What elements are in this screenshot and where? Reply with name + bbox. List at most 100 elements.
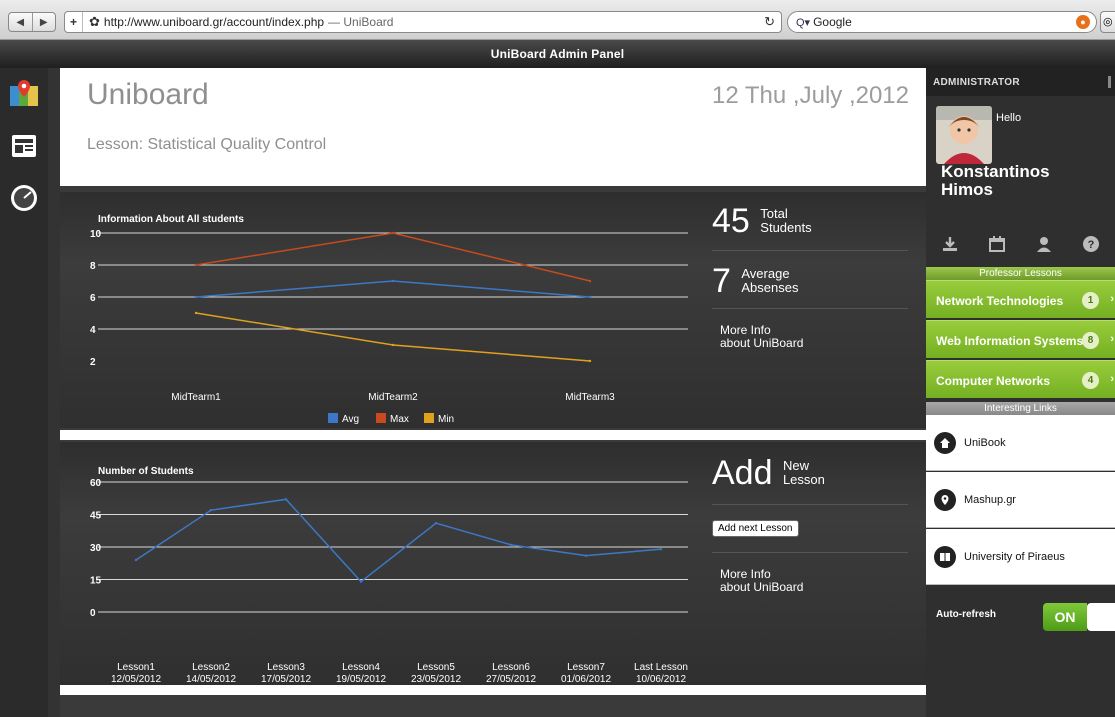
chevron-right-icon: › — [1110, 373, 1114, 385]
total-students-label-1: Total — [760, 206, 788, 221]
add-lesson-stat[interactable]: Add New Lesson — [712, 456, 825, 490]
map-icon[interactable] — [6, 76, 42, 112]
y-tick-label: 15 — [90, 576, 102, 587]
lesson-count-badge: 4 — [1082, 372, 1099, 389]
data-point — [359, 580, 363, 583]
download-icon[interactable] — [939, 233, 961, 255]
chevron-right-icon: › — [1110, 333, 1114, 345]
series-line-avg — [195, 280, 591, 298]
search-bar[interactable]: Q▾ Google ● — [787, 11, 1097, 33]
x-tick-label: Lesson7 — [567, 662, 605, 673]
hello-text: Hello — [996, 112, 1022, 124]
user-icon[interactable] — [1033, 233, 1055, 255]
more-info-link-2[interactable]: More Info about UniBoard — [720, 568, 803, 594]
book-icon — [934, 545, 956, 568]
back-icon[interactable]: ◀ — [9, 13, 32, 31]
x-tick-label: MidTearm1 — [171, 392, 221, 403]
data-point — [391, 231, 395, 235]
address-bar[interactable]: + ✿ http://www.uniboard.gr/account/index… — [64, 11, 782, 33]
lesson-item-network-technologies[interactable]: Network Technologies 1 › — [926, 280, 1115, 318]
data-point — [391, 343, 395, 347]
home-icon — [934, 431, 956, 454]
panel-separator — [60, 430, 926, 440]
x-tick-label: Lesson2 — [192, 662, 230, 673]
main-content: Uniboard 12 Thu ,July ,2012 Lesson: Stat… — [60, 68, 926, 717]
data-point — [434, 521, 438, 525]
forward-icon[interactable]: ▶ — [31, 13, 56, 31]
add-bookmark-icon[interactable]: + — [65, 12, 83, 32]
browser-toolbar: ◀ ▶ + ✿ http://www.uniboard.gr/account/i… — [0, 0, 1115, 40]
admin-header: ADMINISTRATOR — [926, 68, 1115, 96]
y-tick-label: 6 — [90, 293, 96, 304]
current-date: 12 Thu ,July ,2012 — [711, 82, 909, 109]
lesson-item-label: Computer Networks — [936, 374, 1051, 388]
legend-label: Min — [438, 414, 454, 425]
autorefresh-toggle[interactable]: ON — [1043, 603, 1115, 631]
more-info-line-1: More Info — [720, 323, 771, 337]
data-point — [391, 279, 395, 283]
add-next-lesson-button[interactable]: Add next Lesson — [712, 520, 799, 537]
link-item-university-of-piraeus[interactable]: University of Piraeus — [926, 529, 1115, 585]
search-clear-icon[interactable]: ● — [1076, 15, 1090, 29]
add-value: Add — [712, 454, 773, 492]
y-tick-label: 60 — [90, 478, 102, 489]
x-tick-date: 01/06/2012 — [561, 674, 611, 685]
link-item-unibook[interactable]: UniBook — [926, 415, 1115, 471]
link-item-label: University of Piraeus — [964, 550, 1065, 563]
toggle-on-label: ON — [1043, 603, 1087, 631]
series-line-min — [195, 312, 591, 362]
more-info-link[interactable]: More Info about UniBoard — [720, 324, 803, 350]
lesson-item-web-information-systems[interactable]: Web Information Systems 8 › — [926, 320, 1115, 358]
y-tick-label: 30 — [90, 543, 102, 554]
x-tick-date: 12/05/2012 — [111, 674, 161, 685]
sidebar-actions: ? — [926, 223, 1115, 265]
admin-header-label: ADMINISTRATOR — [933, 77, 1020, 88]
right-sidebar: ADMINISTRATOR Hello Konstantinos Himos ?… — [926, 68, 1115, 717]
absenses-stat: 7 Average Absenses — [712, 264, 798, 298]
divider — [712, 504, 908, 505]
professor-lessons-title: Professor Lessons — [926, 267, 1115, 280]
legend-label: Avg — [342, 414, 359, 425]
data-point — [284, 498, 288, 501]
y-tick-label: 45 — [90, 511, 102, 522]
more-info-line-2: about UniBoard — [720, 580, 804, 594]
link-item-label: Mashup.gr — [964, 493, 1016, 506]
x-tick-date: 10/06/2012 — [636, 674, 686, 685]
x-tick-date: 27/05/2012 — [486, 674, 536, 685]
link-item-mashup[interactable]: Mashup.gr — [926, 472, 1115, 528]
data-point — [659, 547, 663, 551]
gauge-icon[interactable] — [6, 180, 42, 216]
total-students-value: 45 — [712, 202, 750, 240]
add-label-2: Lesson — [782, 472, 825, 487]
all-students-panel: Information About All students 10 8 6 4 2 Mid… — [60, 192, 926, 428]
admin-header-handle — [1108, 76, 1111, 88]
site-gear-icon[interactable]: ✿ — [89, 14, 100, 30]
more-info-line-1: More Info — [720, 567, 771, 581]
url-text: http://www.uniboard.gr/account/index.php — [103, 15, 325, 29]
x-tick-label: Lesson6 — [492, 662, 530, 673]
legend-swatch — [424, 413, 434, 423]
nav-buttons: ◀ ▶ — [8, 12, 56, 32]
data-point — [588, 279, 592, 283]
lesson-title: Lesson: Statistical Quality Control — [87, 136, 327, 153]
data-point — [194, 295, 198, 299]
data-point — [134, 558, 138, 562]
divider — [712, 552, 908, 553]
lesson-item-computer-networks[interactable]: Computer Networks 4 › — [926, 360, 1115, 398]
series-line-max — [195, 232, 591, 282]
calendar-icon[interactable] — [986, 233, 1008, 255]
x-tick-label: MidTearm2 — [368, 392, 418, 403]
header-card: Uniboard 12 Thu ,July ,2012 Lesson: Stat… — [60, 68, 926, 186]
data-point — [509, 543, 513, 547]
data-point — [194, 311, 198, 315]
toggle-knob[interactable] — [1087, 603, 1115, 631]
dashboard-icon[interactable] — [6, 128, 42, 164]
y-tick-label: 0 — [90, 608, 96, 619]
divider — [712, 250, 908, 251]
reload-icon[interactable]: ↻ — [764, 14, 775, 30]
admin-name-line-2: Himos — [941, 180, 993, 199]
help-icon[interactable]: ? — [1080, 233, 1102, 255]
add-label-1: New — [782, 458, 809, 473]
x-tick-label: Lesson4 — [342, 662, 380, 673]
toolbar-extra-button[interactable]: ◎ — [1100, 11, 1115, 33]
